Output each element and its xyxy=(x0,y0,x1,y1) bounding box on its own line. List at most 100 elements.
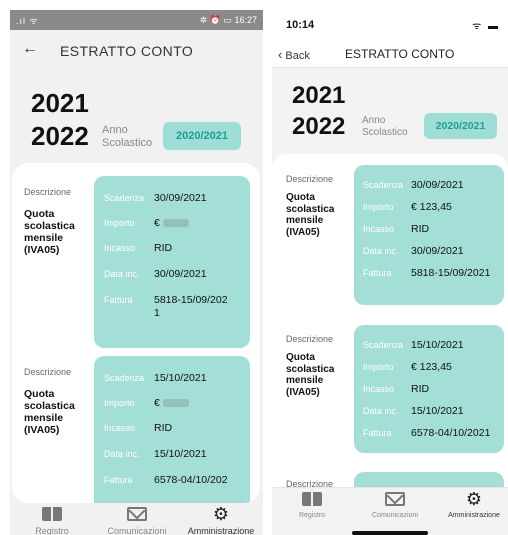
desc-line: Quota xyxy=(286,352,315,363)
desc-line: mensile xyxy=(286,375,324,386)
incasso-label: Incasso xyxy=(104,423,136,433)
desc-line: (IVA05) xyxy=(286,226,320,238)
page-title: ESTRATTO CONTO xyxy=(345,47,455,61)
data-inc-value: 15/10/2021 xyxy=(411,405,464,417)
importo-label: Importo xyxy=(104,218,135,228)
desc-line: mensile xyxy=(286,215,324,226)
mail-icon xyxy=(385,492,405,506)
fattura-value: 6578-04/10/2021 xyxy=(411,427,491,439)
anno-scolastico-label: Anno Scolastico xyxy=(362,115,408,139)
desc-line: Quota xyxy=(24,388,55,400)
scadenza-label: Scadenza xyxy=(104,373,145,383)
description-value: Quota scolastica mensile (IVA05) xyxy=(286,192,334,238)
status-bar: 10:14 ᯤ ▬ xyxy=(272,10,508,40)
description-value: Quota scolastica mensile (IVA05) xyxy=(286,352,334,398)
tab-comunicazioni[interactable]: Comunicazioni xyxy=(102,507,172,535)
anno-label-line: Anno xyxy=(102,124,128,136)
bottom-tab-bar: Registro Comunicazioni ⚙ Amministrazione xyxy=(272,487,508,535)
year-start: 2021 xyxy=(31,88,89,118)
back-button[interactable]: ‹ Back xyxy=(278,47,310,62)
desc-line: scolastica xyxy=(286,363,335,375)
importo-label: Importo xyxy=(363,362,394,372)
scadenza-value: 15/10/2021 xyxy=(411,339,464,351)
scadenza-label: Scadenza xyxy=(363,180,404,190)
desc-line: Quota xyxy=(286,192,315,203)
nav-header: ‹ Back ESTRATTO CONTO xyxy=(272,40,508,68)
tab-comunicazioni[interactable]: Comunicazioni xyxy=(360,492,430,519)
redacted-amount xyxy=(162,399,189,408)
chevron-left-icon: ‹ xyxy=(278,47,283,62)
tab-amministrazione[interactable]: ⚙ Amministrazione xyxy=(440,490,508,519)
importo-label: Importo xyxy=(363,202,394,212)
anno-label-line: Anno xyxy=(362,115,386,126)
tab-label: Comunicazioni xyxy=(107,526,167,535)
payment-details-box xyxy=(354,472,504,487)
importo-value: € 123,45 xyxy=(411,361,452,373)
tab-registro[interactable]: Registro xyxy=(282,492,342,519)
importo-value: € xyxy=(154,397,160,409)
desc-line: mensile xyxy=(24,412,64,424)
description-value: Quota scolastica mensile (IVA05) xyxy=(24,388,75,436)
data-inc-value: 30/09/2021 xyxy=(411,245,464,257)
desc-line: (IVA05) xyxy=(24,244,60,256)
year-start: 2021 xyxy=(292,82,346,109)
data-inc-label: Data inc. xyxy=(104,269,140,279)
bottom-tab-bar: Registro Comunicazioni ⚙ Amministrazione xyxy=(10,503,263,535)
back-arrow-icon[interactable]: ← xyxy=(22,40,38,58)
back-label: Back xyxy=(285,50,310,62)
page-title: ESTRATTO CONTO xyxy=(60,43,194,59)
android-screen: .ıl ᯤ ✲ ⏰ ▭ 16:27 ← ESTRATTO CONTO 2021 … xyxy=(10,10,263,535)
data-inc-label: Data inc. xyxy=(363,406,399,416)
tab-amministrazione[interactable]: ⚙ Amministrazione xyxy=(182,505,260,535)
mail-icon xyxy=(127,507,147,521)
status-time: 16:27 xyxy=(234,14,257,25)
status-icons: ✲ ⏰ ▭ xyxy=(199,14,232,25)
description-label: Descrizione xyxy=(24,367,72,377)
entries-card: Descrizione Quota scolastica mensile (IV… xyxy=(12,163,260,503)
home-indicator[interactable] xyxy=(352,531,428,535)
status-right: ✲ ⏰ ▭ 16:27 xyxy=(200,15,257,26)
importo-value: € xyxy=(154,217,160,229)
fattura-value: 5818-15/09/2021 xyxy=(411,267,491,279)
description-label: Descrizione xyxy=(286,479,334,487)
fattura-label: Fattura xyxy=(363,428,392,438)
importo-label: Importo xyxy=(104,398,135,408)
importo-value: € 123,45 xyxy=(411,201,452,213)
data-inc-label: Data inc. xyxy=(363,246,399,256)
year-end: 2022 xyxy=(31,121,89,151)
redacted-amount xyxy=(162,219,189,228)
anno-scolastico-label: Anno Scolastico xyxy=(102,124,152,150)
incasso-value: RID xyxy=(411,383,430,395)
tab-label: Amministrazione xyxy=(448,512,500,519)
payment-details-box: Scadenza 15/10/2021 Importo € 123,45 Incas… xyxy=(354,325,504,453)
gear-icon: ⚙ xyxy=(212,504,230,524)
desc-line: scolastica xyxy=(24,220,75,232)
payment-details-box: Scadenza 30/09/2021 Importo € Incasso RID D… xyxy=(94,176,250,348)
tab-registro[interactable]: Registro xyxy=(20,507,84,535)
fattura-value: 6578-04/10/202 xyxy=(154,474,228,486)
incasso-value: RID xyxy=(411,223,430,235)
scadenza-value: 30/09/2021 xyxy=(411,179,464,191)
desc-line: Quota xyxy=(24,208,55,220)
status-icons: ᯤ ▬ xyxy=(472,21,500,32)
description-label: Descrizione xyxy=(24,187,72,197)
description-value: Quota scolastica mensile (IVA05) xyxy=(24,208,75,256)
status-bar: .ıl ᯤ ✲ ⏰ ▭ 16:27 xyxy=(10,10,263,30)
data-inc-value: 30/09/2021 xyxy=(154,268,207,280)
data-inc-label: Data inc. xyxy=(104,449,140,459)
book-icon xyxy=(302,492,322,506)
signal-icon: .ıl ᯤ xyxy=(16,15,39,26)
incasso-value: RID xyxy=(154,422,173,434)
fattura-label: Fattura xyxy=(363,268,392,278)
desc-line: scolastica xyxy=(24,400,75,412)
data-inc-value: 15/10/2021 xyxy=(154,448,207,460)
payment-details-box: Scadenza 15/10/2021 Importo € Incasso RID D… xyxy=(94,356,250,503)
description-label: Descrizione xyxy=(286,334,334,344)
fattura-line: 1 xyxy=(154,307,160,319)
year-selector-button[interactable]: 2020/2021 xyxy=(424,113,497,139)
year-selector-button[interactable]: 2020/2021 xyxy=(163,122,241,150)
fattura-value: 5818-15/09/2021 xyxy=(154,294,228,320)
tab-label: Amministrazione xyxy=(187,526,255,535)
tab-label: Registro xyxy=(298,512,326,519)
anno-label-line: Scolastico xyxy=(362,127,408,138)
